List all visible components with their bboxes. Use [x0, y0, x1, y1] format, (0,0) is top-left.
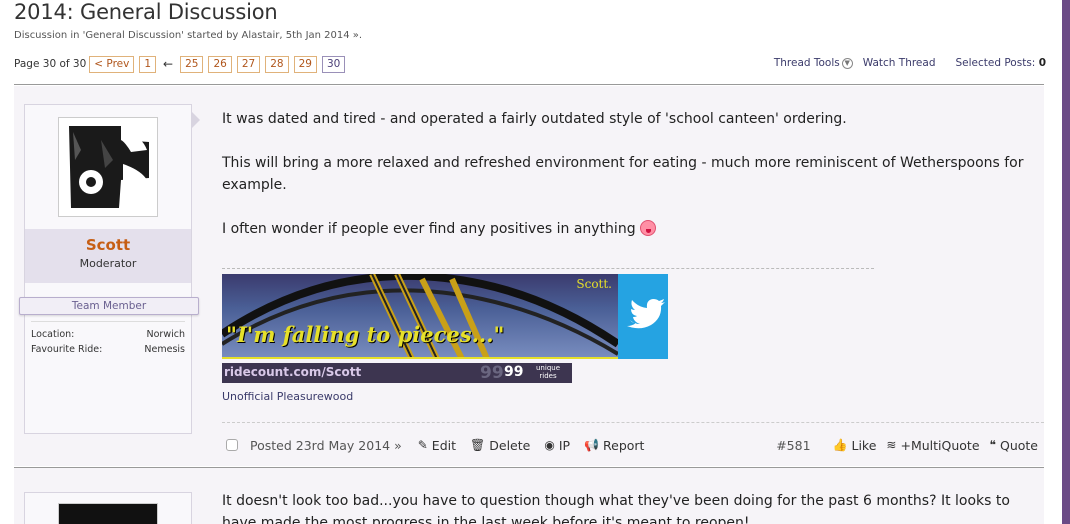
page-25-button[interactable]: 25: [180, 55, 204, 73]
page-26-button[interactable]: 26: [208, 55, 232, 73]
user-info-box: [24, 492, 192, 524]
message-text: I often wonder if people ever find any p…: [222, 221, 636, 237]
stack-icon: ≋: [886, 438, 897, 452]
post-582: It doesn't look too bad...you have to qu…: [14, 468, 1044, 524]
page-nav: Page 30 of 30 < Prev 1 ← 25 26 27 28 29 …: [14, 55, 350, 73]
location-label: Location:: [31, 329, 75, 340]
message-body: It doesn't look too bad...you have to qu…: [222, 493, 1010, 524]
avatar-image: [61, 120, 155, 214]
page-jump-arrow[interactable]: ←: [163, 57, 173, 71]
user-info-box: Scott Moderator Team Member Location: No…: [19, 104, 199, 434]
like-label: Like: [851, 437, 877, 453]
edit-button[interactable]: ✎ Edit: [418, 438, 456, 453]
signature-divider: [222, 268, 874, 269]
favourite-ride-label: Favourite Ride:: [31, 344, 103, 355]
user-namebox: Scott Moderator: [25, 229, 191, 283]
multiquote-label: +MultiQuote: [900, 437, 980, 453]
favourite-ride-row: Favourite Ride: Nemesis: [31, 344, 185, 355]
report-label: Report: [603, 437, 645, 453]
twitter-bird-icon: [627, 299, 665, 329]
quote-button[interactable]: ❝ Quote: [990, 438, 1038, 453]
banner-quote: "I'm falling to pieces...": [226, 322, 505, 347]
page-gutter: [1052, 0, 1062, 524]
username-link[interactable]: Scott: [25, 236, 191, 254]
ridecount-ghost-number: 99: [480, 363, 504, 383]
banner-name: Scott.: [576, 277, 612, 291]
select-post-checkbox[interactable]: [226, 439, 238, 451]
page-1-button[interactable]: 1: [139, 55, 157, 73]
message-body: It was dated and tired - and operated a …: [222, 108, 1032, 262]
prev-page-button[interactable]: < Prev: [89, 55, 135, 73]
avatar[interactable]: [58, 117, 158, 217]
post-actions-bar: Posted 23rd May 2014 » ✎ Edit 🗑 Delete ◉ IP…: [226, 436, 1038, 454]
watch-thread-link[interactable]: Watch Thread: [863, 57, 936, 69]
signature-banner[interactable]: Scott. "I'm falling to pieces...": [222, 274, 618, 359]
page-27-button[interactable]: 27: [236, 55, 261, 73]
selected-posts-count: 0: [1038, 57, 1046, 69]
thread-tools-menu[interactable]: Thread Tools ▼: [764, 57, 853, 69]
post-date-link[interactable]: Posted 23rd May 2014 »: [250, 438, 402, 453]
ridecount-unit-line1: unique: [536, 364, 561, 372]
quote-label: Quote: [999, 437, 1038, 453]
page-29-button[interactable]: 29: [293, 55, 317, 73]
ip-label: IP: [558, 437, 571, 453]
favourite-ride-value: Nemesis: [144, 344, 185, 355]
page-28-button[interactable]: 28: [265, 55, 289, 73]
twitter-link[interactable]: [618, 274, 668, 359]
thread-tools-label: Thread Tools: [773, 57, 840, 69]
thread-byline: Discussion in 'General Discussion' start…: [14, 30, 363, 41]
like-button[interactable]: 👍 Like: [833, 438, 877, 453]
tongue-emoji-icon: [640, 220, 657, 236]
thumbs-up-icon: 👍: [832, 438, 848, 452]
delete-label: Delete: [489, 437, 531, 453]
delete-button[interactable]: 🗑 Delete: [470, 438, 530, 453]
globe-icon: ◉: [544, 438, 555, 452]
ridecount-unit: unique rides: [536, 364, 560, 380]
post-number-link[interactable]: #581: [776, 438, 810, 453]
quote-icon: ❝: [989, 438, 996, 452]
page: 2014: General Discussion Discussion in '…: [0, 0, 1062, 524]
avatar[interactable]: [58, 503, 158, 524]
trash-icon: 🗑: [470, 438, 486, 452]
ridecount-number: 99: [504, 364, 524, 380]
scroll-rail[interactable]: [1062, 0, 1070, 524]
user-extra-info: Location: Norwich Favourite Ride: Nemesi…: [31, 321, 185, 359]
thread-tools-bar: Thread Tools ▼ Watch Thread Selected Post…: [754, 57, 1046, 69]
ridecount-url: ridecount.com/Scott: [224, 365, 362, 379]
post-581: Scott Moderator Team Member Location: No…: [14, 86, 1044, 466]
location-value: Norwich: [146, 329, 185, 340]
user-title: Moderator: [79, 257, 137, 270]
pencil-icon: ✎: [417, 438, 428, 452]
team-member-banner: Team Member: [19, 297, 199, 315]
signature-text: Unofficial Pleasurewood: [222, 390, 354, 403]
ip-button[interactable]: ◉ IP: [544, 438, 570, 453]
megaphone-icon: 📢: [584, 438, 599, 452]
page-label: Page 30 of 30: [14, 58, 87, 70]
location-row: Location: Norwich: [31, 329, 185, 340]
ridecount-unit-line2: rides: [539, 372, 557, 380]
ridecount-banner[interactable]: ridecount.com/Scott 99 99 unique rides: [222, 363, 572, 383]
message-paragraph-last: I often wonder if people ever find any p…: [222, 218, 1032, 240]
divider: [14, 84, 1044, 85]
message-paragraph: This will bring a more relaxed and refre…: [222, 155, 1024, 193]
signature-end-divider: [222, 422, 1044, 423]
chevron-down-icon: ▼: [841, 57, 853, 69]
report-button[interactable]: 📢 Report: [584, 438, 644, 453]
edit-label: Edit: [431, 437, 457, 453]
message-paragraph: It was dated and tired - and operated a …: [222, 111, 847, 127]
selected-posts[interactable]: Selected Posts: 0: [946, 57, 1047, 69]
page-30-current: 30: [321, 55, 346, 73]
multiquote-button[interactable]: ≋ +MultiQuote: [886, 438, 979, 453]
selected-posts-label: Selected Posts:: [955, 57, 1036, 69]
thread-title: 2014: General Discussion: [14, 0, 278, 24]
userbox-arrow: [192, 112, 200, 128]
